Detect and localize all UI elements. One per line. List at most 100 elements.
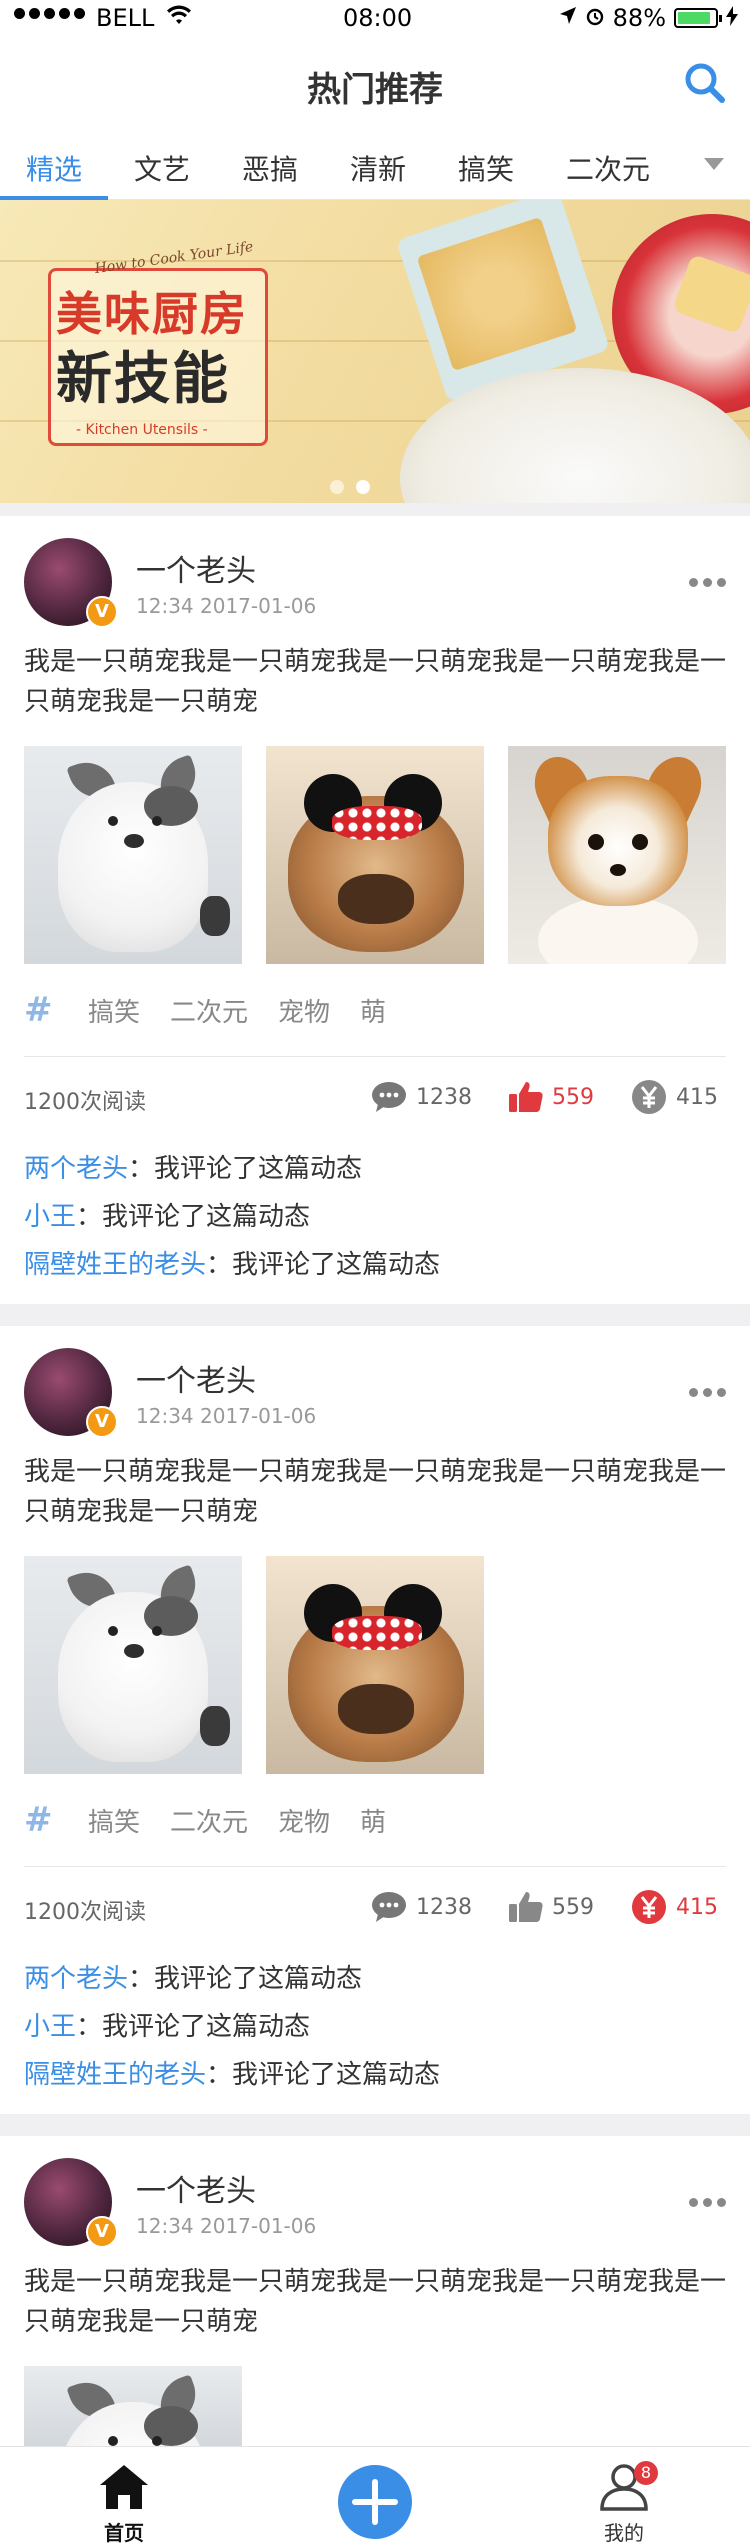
status-bar: BELL 08:00 88% [0, 0, 750, 40]
post-card: V 一个老头 12:34 2017-01-06 我是一只萌宠我是一只萌宠我是一只… [0, 1326, 750, 2114]
comment-text: 我评论了这篇动态 [102, 2012, 311, 2042]
photo-chihuahua[interactable] [508, 746, 726, 964]
reward-stat[interactable]: 415 [630, 1888, 718, 1926]
tag[interactable]: 萌 [360, 992, 386, 1029]
banner-dot[interactable] [330, 480, 344, 494]
banner-headline-2: 新技能 [56, 347, 230, 412]
yen-coin-icon [632, 1890, 666, 1924]
commenter-name[interactable]: 两个老头 [24, 1154, 128, 1184]
avatar[interactable]: V [24, 1348, 118, 1438]
thumbs-up-icon [509, 1892, 543, 1922]
tab-home[interactable]: 首页 [94, 2461, 154, 2545]
photo-bulldog[interactable] [266, 1556, 484, 1774]
comment-separator: ： [206, 2060, 233, 2090]
tag[interactable]: 萌 [360, 1802, 386, 1839]
tabs-dropdown-icon[interactable] [704, 158, 724, 170]
comment-line: 两个老头：我评论了这篇动态 [24, 1148, 362, 1185]
wifi-icon [166, 4, 192, 34]
post-text: 我是一只萌宠我是一只萌宠我是一只萌宠我是一只萌宠我是一只萌宠我是一只萌宠 [24, 647, 727, 717]
author-name[interactable]: 一个老头 [136, 2166, 256, 2210]
photo-bulldog[interactable] [266, 746, 484, 964]
tab-wenyi[interactable]: 文艺 [134, 148, 190, 188]
banner-dot-active[interactable] [356, 480, 370, 494]
hashtag-icon: # [24, 1800, 53, 1840]
nav-bar: 热门推荐 [0, 40, 750, 128]
battery-percentage: 88% [612, 4, 666, 32]
comment-line: 小王：我评论了这篇动态 [24, 2006, 310, 2043]
comment-line: 小王：我评论了这篇动态 [24, 1196, 310, 1233]
comment-text: 我评论了这篇动态 [154, 1154, 363, 1184]
post-card: V 一个老头 12:34 2017-01-06 我是一只萌宠我是一只萌宠我是一只… [0, 2136, 750, 2446]
notification-badge: 8 [634, 2461, 658, 2485]
tab-egao[interactable]: 恶搞 [242, 148, 298, 188]
commenter-name[interactable]: 隔壁姓王的老头 [24, 2060, 206, 2090]
more-options-icon[interactable] [689, 2198, 726, 2207]
like-count: 559 [552, 1084, 594, 1110]
tag[interactable]: 二次元 [170, 992, 248, 1029]
comment-separator: ： [206, 1250, 233, 1280]
more-options-icon[interactable] [689, 578, 726, 587]
commenter-name[interactable]: 小王 [24, 1202, 76, 1232]
photo-cat[interactable] [24, 746, 242, 964]
comment-separator: ： [76, 2012, 103, 2042]
comment-text: 我评论了这篇动态 [102, 1202, 311, 1232]
tab-gaoxiao[interactable]: 搞笑 [458, 148, 514, 188]
comment-bubble-icon [372, 1892, 406, 1922]
tag[interactable]: 搞笑 [88, 992, 140, 1029]
photo-cat[interactable] [24, 1556, 242, 1774]
page-title: 热门推荐 [307, 70, 443, 110]
bottom-tab-bar: 首页 8 我的 [0, 2446, 750, 2546]
like-count: 559 [552, 1894, 594, 1920]
tag-row: # 搞笑 二次元 宠物 萌 [24, 990, 386, 1030]
author-name[interactable]: 一个老头 [136, 546, 256, 590]
tab-jingxuan[interactable]: 精选 [26, 148, 82, 188]
banner-page-dots [330, 480, 370, 494]
comment-line: 隔壁姓王的老头：我评论了这篇动态 [24, 2054, 440, 2091]
tab-qingxin[interactable]: 清新 [350, 148, 406, 188]
tag[interactable]: 二次元 [170, 1802, 248, 1839]
commenter-name[interactable]: 隔壁姓王的老头 [24, 1250, 206, 1280]
comment-stat[interactable]: 1238 [370, 1078, 472, 1116]
comment-line: 隔壁姓王的老头：我评论了这篇动态 [24, 1244, 440, 1281]
like-stat[interactable]: 559 [506, 1078, 594, 1116]
banner-carousel[interactable]: How to Cook Your Life 美味厨房 新技能 - Kitchen… [0, 200, 750, 503]
tab-mine-label: 我的 [604, 2521, 644, 2545]
comment-line: 两个老头：我评论了这篇动态 [24, 1958, 362, 1995]
commenter-name[interactable]: 小王 [24, 2012, 76, 2042]
comment-separator: ： [128, 1154, 155, 1184]
add-post-button[interactable] [338, 2465, 412, 2539]
tag[interactable]: 宠物 [278, 992, 330, 1029]
tag[interactable]: 搞笑 [88, 1802, 140, 1839]
carrier-name: BELL [96, 4, 155, 32]
search-icon[interactable] [680, 58, 730, 108]
comment-separator: ： [128, 1964, 155, 1994]
comment-stat[interactable]: 1238 [370, 1888, 472, 1926]
comment-separator: ： [76, 1202, 103, 1232]
avatar[interactable]: V [24, 2158, 118, 2248]
more-options-icon[interactable] [689, 1388, 726, 1397]
tab-mine[interactable]: 8 我的 [594, 2461, 658, 2545]
photo-cat[interactable] [24, 2366, 242, 2446]
verified-badge: V [86, 1406, 118, 1438]
category-tabs: 精选 文艺 恶搞 清新 搞笑 二次元 [0, 128, 750, 200]
post-text: 我是一只萌宠我是一只萌宠我是一只萌宠我是一只萌宠我是一只萌宠我是一只萌宠 [24, 2267, 727, 2337]
comment-bubble-icon [372, 1082, 406, 1112]
verified-badge: V [86, 2216, 118, 2248]
post-time: 12:34 2017-01-06 [136, 2214, 317, 2238]
reward-count: 415 [676, 1894, 718, 1920]
divider [24, 1056, 726, 1057]
comment-text: 我评论了这篇动态 [232, 1250, 441, 1280]
avatar[interactable]: V [24, 538, 118, 628]
like-stat[interactable]: 559 [506, 1888, 594, 1926]
tag[interactable]: 宠物 [278, 1802, 330, 1839]
author-name[interactable]: 一个老头 [136, 1356, 256, 1400]
reward-count: 415 [676, 1084, 718, 1110]
post-time: 12:34 2017-01-06 [136, 1404, 317, 1428]
comment-text: 我评论了这篇动态 [232, 2060, 441, 2090]
reward-stat[interactable]: 415 [630, 1078, 718, 1116]
commenter-name[interactable]: 两个老头 [24, 1964, 128, 1994]
tab-erciyuan[interactable]: 二次元 [566, 148, 650, 188]
verified-badge: V [86, 596, 118, 628]
home-icon [100, 2465, 148, 2509]
alarm-icon [585, 4, 605, 32]
